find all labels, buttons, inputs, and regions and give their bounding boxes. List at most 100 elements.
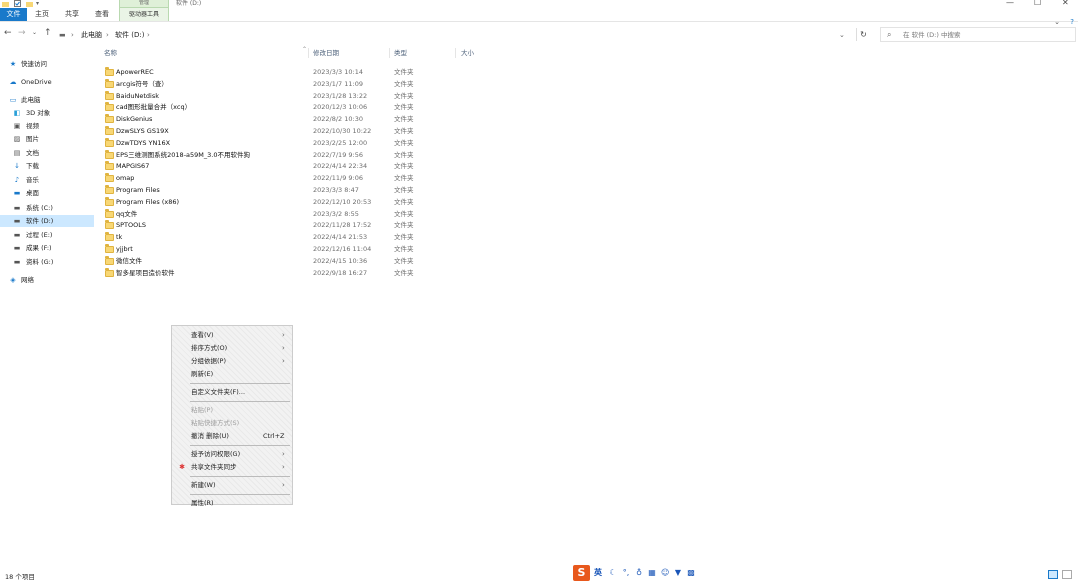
- submenu-chevron-icon: ›: [282, 461, 285, 473]
- sogou-logo-icon[interactable]: S: [573, 565, 590, 581]
- sidebar-item[interactable]: ☁OneDrive: [0, 76, 94, 88]
- context-menu-item[interactable]: 粘贴快捷方式(S): [172, 417, 292, 429]
- file-row[interactable]: 微信文件2022/4/15 10:36文件夹: [100, 255, 480, 267]
- column-type[interactable]: 类型: [394, 48, 407, 58]
- moon-icon[interactable]: ☾: [609, 568, 617, 578]
- breadcrumb-chevron-icon[interactable]: ›: [106, 28, 109, 42]
- large-icons-view-button[interactable]: [1062, 570, 1072, 579]
- column-date-modified[interactable]: 修改日期: [313, 48, 339, 58]
- file-row[interactable]: DzwTDYS YN16X2023/2/25 12:00文件夹: [100, 137, 480, 149]
- context-menu-item[interactable]: 自定义文件夹(F)...: [172, 386, 292, 398]
- search-input[interactable]: ⌕ 在 软件 (D:) 中搜索: [880, 27, 1076, 42]
- file-row[interactable]: DzwSLYS GS19X2022/10/30 10:22文件夹: [100, 125, 480, 137]
- tab-home[interactable]: 主页: [31, 8, 53, 21]
- column-divider[interactable]: [308, 48, 309, 58]
- tab-drive-tools[interactable]: 驱动器工具: [119, 8, 169, 21]
- file-row[interactable]: 智多星项目造价软件2022/9/18 16:27文件夹: [100, 267, 480, 279]
- navigation-pane[interactable]: ★快速访问☁OneDrive▭此电脑◧3D 对象▣视频▨图片▤文档↓下载♪音乐▬…: [0, 50, 96, 560]
- sidebar-item[interactable]: ★快速访问: [0, 58, 94, 70]
- details-view-button[interactable]: [1048, 570, 1058, 579]
- sidebar-item[interactable]: ↓下载: [0, 160, 94, 172]
- forward-button[interactable]: →: [18, 28, 26, 38]
- sidebar-item[interactable]: ▨图片: [0, 133, 94, 145]
- minimize-button[interactable]: —: [1006, 0, 1014, 7]
- file-name: DzwTDYS YN16X: [116, 137, 170, 149]
- context-menu-item[interactable]: 排序方式(O)›: [172, 342, 292, 354]
- file-type: 文件夹: [394, 219, 414, 231]
- status-bar: 18 个项目: [0, 568, 1078, 582]
- file-row[interactable]: Program Files2023/3/3 8:47文件夹: [100, 184, 480, 196]
- sidebar-item[interactable]: ▬资料 (G:): [0, 256, 94, 268]
- column-divider[interactable]: [389, 48, 390, 58]
- tab-file[interactable]: 文件: [0, 8, 27, 21]
- context-menu-item[interactable]: ✱共享文件夹同步›: [172, 461, 292, 473]
- context-menu-item[interactable]: 查看(V)›: [172, 329, 292, 341]
- sidebar-item[interactable]: ▬桌面: [0, 187, 94, 199]
- maximize-button[interactable]: ☐: [1034, 0, 1041, 7]
- column-name[interactable]: 名称: [104, 48, 117, 58]
- microphone-icon[interactable]: ♁: [635, 568, 643, 578]
- address-box[interactable]: ▬ › 此电脑 › 软件 (D:) › ⌄: [56, 27, 848, 42]
- file-row[interactable]: ApowerREC2023/3/3 10:14文件夹: [100, 66, 480, 78]
- skin-icon[interactable]: ▼: [674, 568, 682, 578]
- sidebar-item[interactable]: ▤文档: [0, 147, 94, 159]
- close-button[interactable]: ✕: [1062, 0, 1069, 7]
- file-row[interactable]: BaiduNetdisk2023/1/28 13:22文件夹: [100, 90, 480, 102]
- refresh-button[interactable]: ↻: [856, 28, 870, 41]
- sidebar-item[interactable]: ▬成果 (F:): [0, 242, 94, 254]
- punctuation-icon[interactable]: °,: [622, 568, 630, 578]
- file-row[interactable]: EPS三维测图系统2018-a59M_3.0不用软件狗2022/7/19 9:5…: [100, 149, 480, 161]
- file-row[interactable]: SPTOOLS2022/11/28 17:52文件夹: [100, 219, 480, 231]
- properties-quick-icon[interactable]: [14, 0, 21, 7]
- context-menu-item[interactable]: 撤消 删除(U)Ctrl+Z: [172, 430, 292, 442]
- sidebar-item[interactable]: ▬过程 (E:): [0, 229, 94, 241]
- file-date: 2022/8/2 10:30: [313, 113, 363, 125]
- sidebar-item[interactable]: ◈网络: [0, 274, 94, 286]
- back-button[interactable]: ←: [4, 28, 12, 38]
- file-row[interactable]: Program Files (x86)2022/12/10 20:53文件夹: [100, 196, 480, 208]
- file-row[interactable]: qq文件2023/3/2 8:55文件夹: [100, 208, 480, 220]
- item-count: 18 个项目: [5, 571, 35, 581]
- keyboard-icon[interactable]: ▦: [648, 568, 656, 578]
- sidebar-item[interactable]: ▬系统 (C:): [0, 202, 94, 214]
- sidebar-item[interactable]: ◧3D 对象: [0, 107, 94, 119]
- address-history-chevron-icon[interactable]: ⌄: [839, 28, 845, 42]
- file-row[interactable]: DiskGenius2022/8/2 10:30文件夹: [100, 113, 480, 125]
- breadcrumb-chevron-icon[interactable]: ›: [71, 28, 74, 42]
- context-menu-item[interactable]: 新建(W)›: [172, 479, 292, 491]
- column-size[interactable]: 大小: [461, 48, 474, 58]
- context-menu-item[interactable]: 刷新(E): [172, 368, 292, 380]
- context-menu-item[interactable]: 属性(R): [172, 497, 292, 509]
- file-name: Program Files (x86): [116, 196, 179, 208]
- toolbox-icon[interactable]: ▩: [687, 568, 695, 578]
- ime-language-toggle[interactable]: 英: [594, 567, 602, 579]
- up-button[interactable]: ↑: [44, 28, 52, 38]
- breadcrumb-drive-d[interactable]: 软件 (D:): [115, 28, 144, 42]
- file-row[interactable]: MAPGIS672022/4/14 22:34文件夹: [100, 160, 480, 172]
- new-folder-quick-icon[interactable]: [26, 0, 33, 7]
- recent-locations-chevron-icon[interactable]: ⌄: [32, 28, 37, 38]
- sidebar-item[interactable]: ▣视频: [0, 120, 94, 132]
- file-row[interactable]: cad图形批量合并（xcq）2020/12/3 10:06文件夹: [100, 101, 480, 113]
- drive-icon: ▬: [13, 258, 21, 266]
- file-row[interactable]: yjjbrt2022/12/16 11:04文件夹: [100, 243, 480, 255]
- user-icon[interactable]: ☺: [661, 568, 669, 578]
- breadcrumb-chevron-icon[interactable]: ›: [147, 28, 150, 42]
- tab-view[interactable]: 查看: [91, 8, 113, 21]
- sidebar-item[interactable]: ▬软件 (D:): [0, 215, 94, 227]
- context-menu-item[interactable]: 授予访问权限(G)›: [172, 448, 292, 460]
- column-divider[interactable]: [455, 48, 456, 58]
- file-row[interactable]: omap2022/11/9 9:06文件夹: [100, 172, 480, 184]
- file-row[interactable]: arcgis符号（查）2023/1/7 11:09文件夹: [100, 78, 480, 90]
- breadcrumb-this-pc[interactable]: 此电脑: [81, 28, 102, 42]
- context-menu-item[interactable]: 分组依据(P)›: [172, 355, 292, 367]
- file-name: DzwSLYS GS19X: [116, 125, 169, 137]
- sidebar-item[interactable]: ▭此电脑: [0, 94, 94, 106]
- submenu-chevron-icon: ›: [282, 448, 285, 460]
- file-row[interactable]: tk2022/4/14 21:53文件夹: [100, 231, 480, 243]
- tab-share[interactable]: 共享: [61, 8, 83, 21]
- sidebar-item[interactable]: ♪音乐: [0, 174, 94, 186]
- context-menu-item[interactable]: 粘贴(P): [172, 404, 292, 416]
- file-date: 2022/7/19 9:56: [313, 149, 363, 161]
- customize-quick-access-icon[interactable]: ▾: [36, 0, 43, 7]
